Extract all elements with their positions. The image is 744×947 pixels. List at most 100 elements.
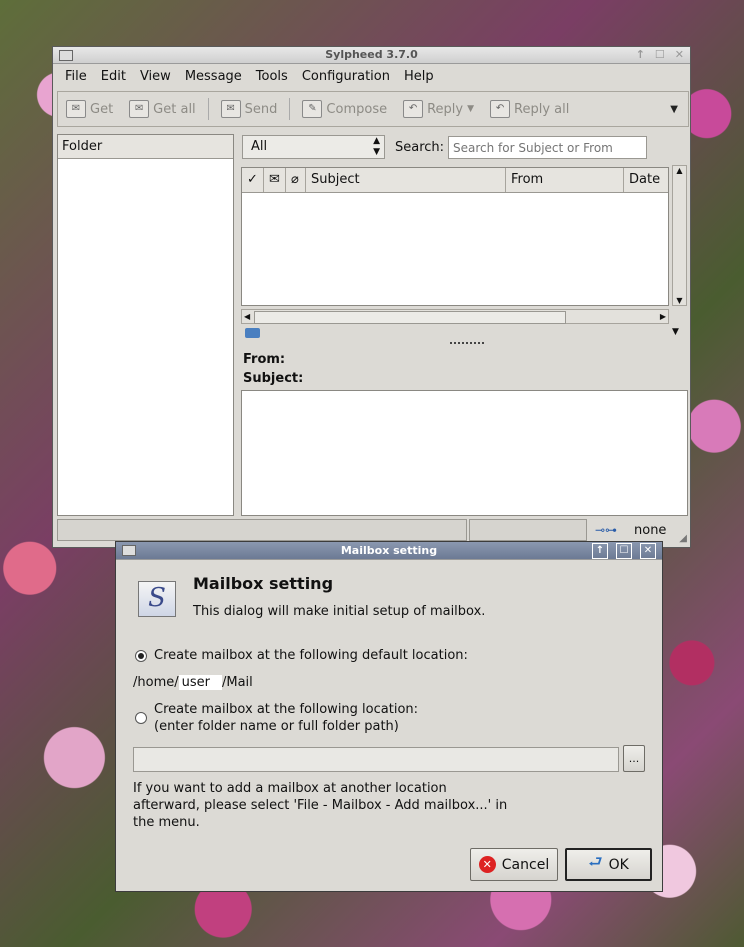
window-icon — [59, 50, 73, 61]
get-all-icon: ✉ — [129, 100, 150, 118]
reply-all-button[interactable]: ↶ Reply all — [482, 100, 577, 118]
unread-column-icon[interactable]: ✉ — [264, 168, 286, 192]
main-window: Sylpheed 3.7.0 ↑ ☐ ✕ File Edit View Mess… — [52, 46, 691, 548]
statusbar-main — [57, 519, 467, 541]
menu-view[interactable]: View — [140, 64, 171, 90]
window-icon — [122, 545, 136, 556]
browse-button[interactable]: ... — [623, 745, 645, 772]
path-user: user — [178, 675, 222, 690]
reply-all-label: Reply all — [514, 101, 570, 117]
info-line-1: If you want to add a mailbox at another … — [133, 781, 447, 796]
sylpheed-logo-icon: S — [138, 581, 176, 617]
mailbox-setting-dialog: Mailbox setting ↑ ☐ ✕ S Mailbox setting … — [115, 541, 663, 892]
info-line-2: afterward, please select 'File - Mailbox… — [133, 798, 508, 813]
get-label: Get — [90, 101, 114, 117]
folder-pane[interactable]: Folder — [57, 134, 234, 516]
main-window-title: Sylpheed 3.7.0 — [325, 48, 418, 61]
dialog-description: This dialog will make initial setup of m… — [193, 604, 486, 619]
reply-dropdown-icon[interactable]: ▼ — [467, 104, 474, 114]
close-icon[interactable]: ✕ — [640, 543, 656, 559]
statusbar-progress — [469, 519, 587, 541]
toolbar: ✉ Get ✉ Get all ✉ Send ✎ Compose ↶ Reply ▼ ↶ Re… — [57, 91, 689, 127]
folder-header[interactable]: Folder — [58, 135, 233, 159]
spinner-icon: ▲ ▼ — [373, 136, 380, 157]
message-preview[interactable] — [241, 390, 688, 516]
expand-icon[interactable]: ▼ — [672, 327, 679, 337]
cancel-icon: ✕ — [478, 856, 496, 873]
scroll-down-icon[interactable]: ▼ — [673, 296, 686, 305]
pane-resize-handle[interactable] — [450, 342, 484, 347]
filter-value: All — [251, 139, 268, 154]
dialog-heading: Mailbox setting — [193, 574, 334, 593]
info-line-3: the menu. — [133, 815, 200, 830]
custom-location-hint: (enter folder name or full folder path) — [154, 719, 399, 734]
shade-icon[interactable]: ↑ — [636, 47, 645, 63]
menubar: File Edit View Message Tools Configurati… — [53, 64, 690, 90]
toolbar-overflow-icon[interactable]: ▼ — [670, 104, 678, 115]
cancel-label: Cancel — [501, 856, 550, 873]
path-prefix: /home/ — [133, 675, 179, 690]
ok-button[interactable]: ⮐ OK — [565, 848, 652, 881]
attachment-column-icon[interactable]: ⌀ — [286, 168, 306, 192]
message-list-hscrollbar[interactable]: ◀ ▶ — [241, 309, 669, 324]
get-all-button[interactable]: ✉ Get all — [121, 100, 204, 118]
dialog-titlebar[interactable]: Mailbox setting ↑ ☐ ✕ — [116, 542, 662, 560]
maximize-icon[interactable]: ☐ — [655, 47, 665, 63]
scroll-thumb[interactable] — [254, 311, 566, 324]
menu-configuration[interactable]: Configuration — [302, 64, 390, 90]
scroll-up-icon[interactable]: ▲ — [673, 166, 686, 175]
menu-tools[interactable]: Tools — [256, 64, 288, 90]
default-location-radio[interactable] — [135, 650, 147, 662]
scroll-right-icon[interactable]: ▶ — [660, 310, 666, 323]
column-from[interactable]: From — [506, 168, 624, 192]
menu-help[interactable]: Help — [404, 64, 434, 90]
search-label: Search: — [395, 140, 445, 155]
close-icon[interactable]: ✕ — [675, 47, 684, 63]
compose-label: Compose — [326, 101, 388, 117]
ok-label: OK — [608, 856, 629, 873]
subject-label: Subject: — [243, 371, 304, 386]
toolbar-separator — [289, 98, 291, 120]
message-list-vscrollbar[interactable]: ▲ ▼ — [672, 165, 687, 306]
scroll-left-icon[interactable]: ◀ — [244, 310, 250, 323]
custom-location-radio[interactable] — [135, 712, 147, 724]
menu-file[interactable]: File — [65, 64, 87, 90]
status-right-text: none — [634, 523, 667, 538]
custom-location-label[interactable]: Create mailbox at the following location… — [154, 702, 418, 717]
send-label: Send — [244, 101, 278, 117]
reply-icon: ↶ — [403, 100, 424, 118]
cancel-button[interactable]: ✕ Cancel — [470, 848, 558, 881]
reply-label: Reply — [427, 101, 464, 117]
resize-grip-icon[interactable]: ◢ — [679, 533, 687, 544]
column-subject[interactable]: Subject — [306, 168, 506, 192]
dialog-title: Mailbox setting — [340, 544, 438, 557]
ok-icon: ⮐ — [588, 852, 603, 871]
send-icon: ✉ — [220, 100, 241, 118]
compose-button[interactable]: ✎ Compose — [294, 100, 395, 118]
from-label: From: — [243, 352, 286, 367]
default-path: /home/user/Mail — [133, 675, 253, 690]
reply-all-icon: ↶ — [490, 100, 511, 118]
menu-edit[interactable]: Edit — [101, 64, 126, 90]
path-suffix: /Mail — [221, 675, 253, 690]
default-location-label[interactable]: Create mailbox at the following default … — [154, 648, 468, 663]
folder-icon — [245, 328, 260, 338]
mark-column-icon[interactable]: ✓ — [242, 168, 264, 192]
search-input[interactable] — [448, 136, 647, 159]
message-list-header: ✓ ✉ ⌀ Subject From Date — [242, 168, 668, 193]
maximize-icon[interactable]: ☐ — [616, 543, 632, 559]
reply-button[interactable]: ↶ Reply ▼ — [395, 100, 482, 118]
online-status-icon[interactable]: ⊸⊶ — [595, 523, 617, 537]
filter-combo[interactable]: All ▲ ▼ — [242, 135, 385, 159]
send-button[interactable]: ✉ Send — [213, 100, 286, 118]
custom-location-field[interactable] — [133, 747, 619, 772]
column-date[interactable]: Date — [624, 168, 670, 192]
shade-icon[interactable]: ↑ — [592, 543, 608, 559]
get-mail-icon: ✉ — [66, 100, 86, 118]
get-button[interactable]: ✉ Get — [58, 100, 121, 118]
menu-message[interactable]: Message — [185, 64, 242, 90]
message-list[interactable]: ✓ ✉ ⌀ Subject From Date — [241, 167, 669, 306]
main-titlebar[interactable]: Sylpheed 3.7.0 ↑ ☐ ✕ — [53, 47, 690, 64]
toolbar-separator — [207, 98, 209, 120]
get-all-label: Get all — [153, 101, 196, 117]
